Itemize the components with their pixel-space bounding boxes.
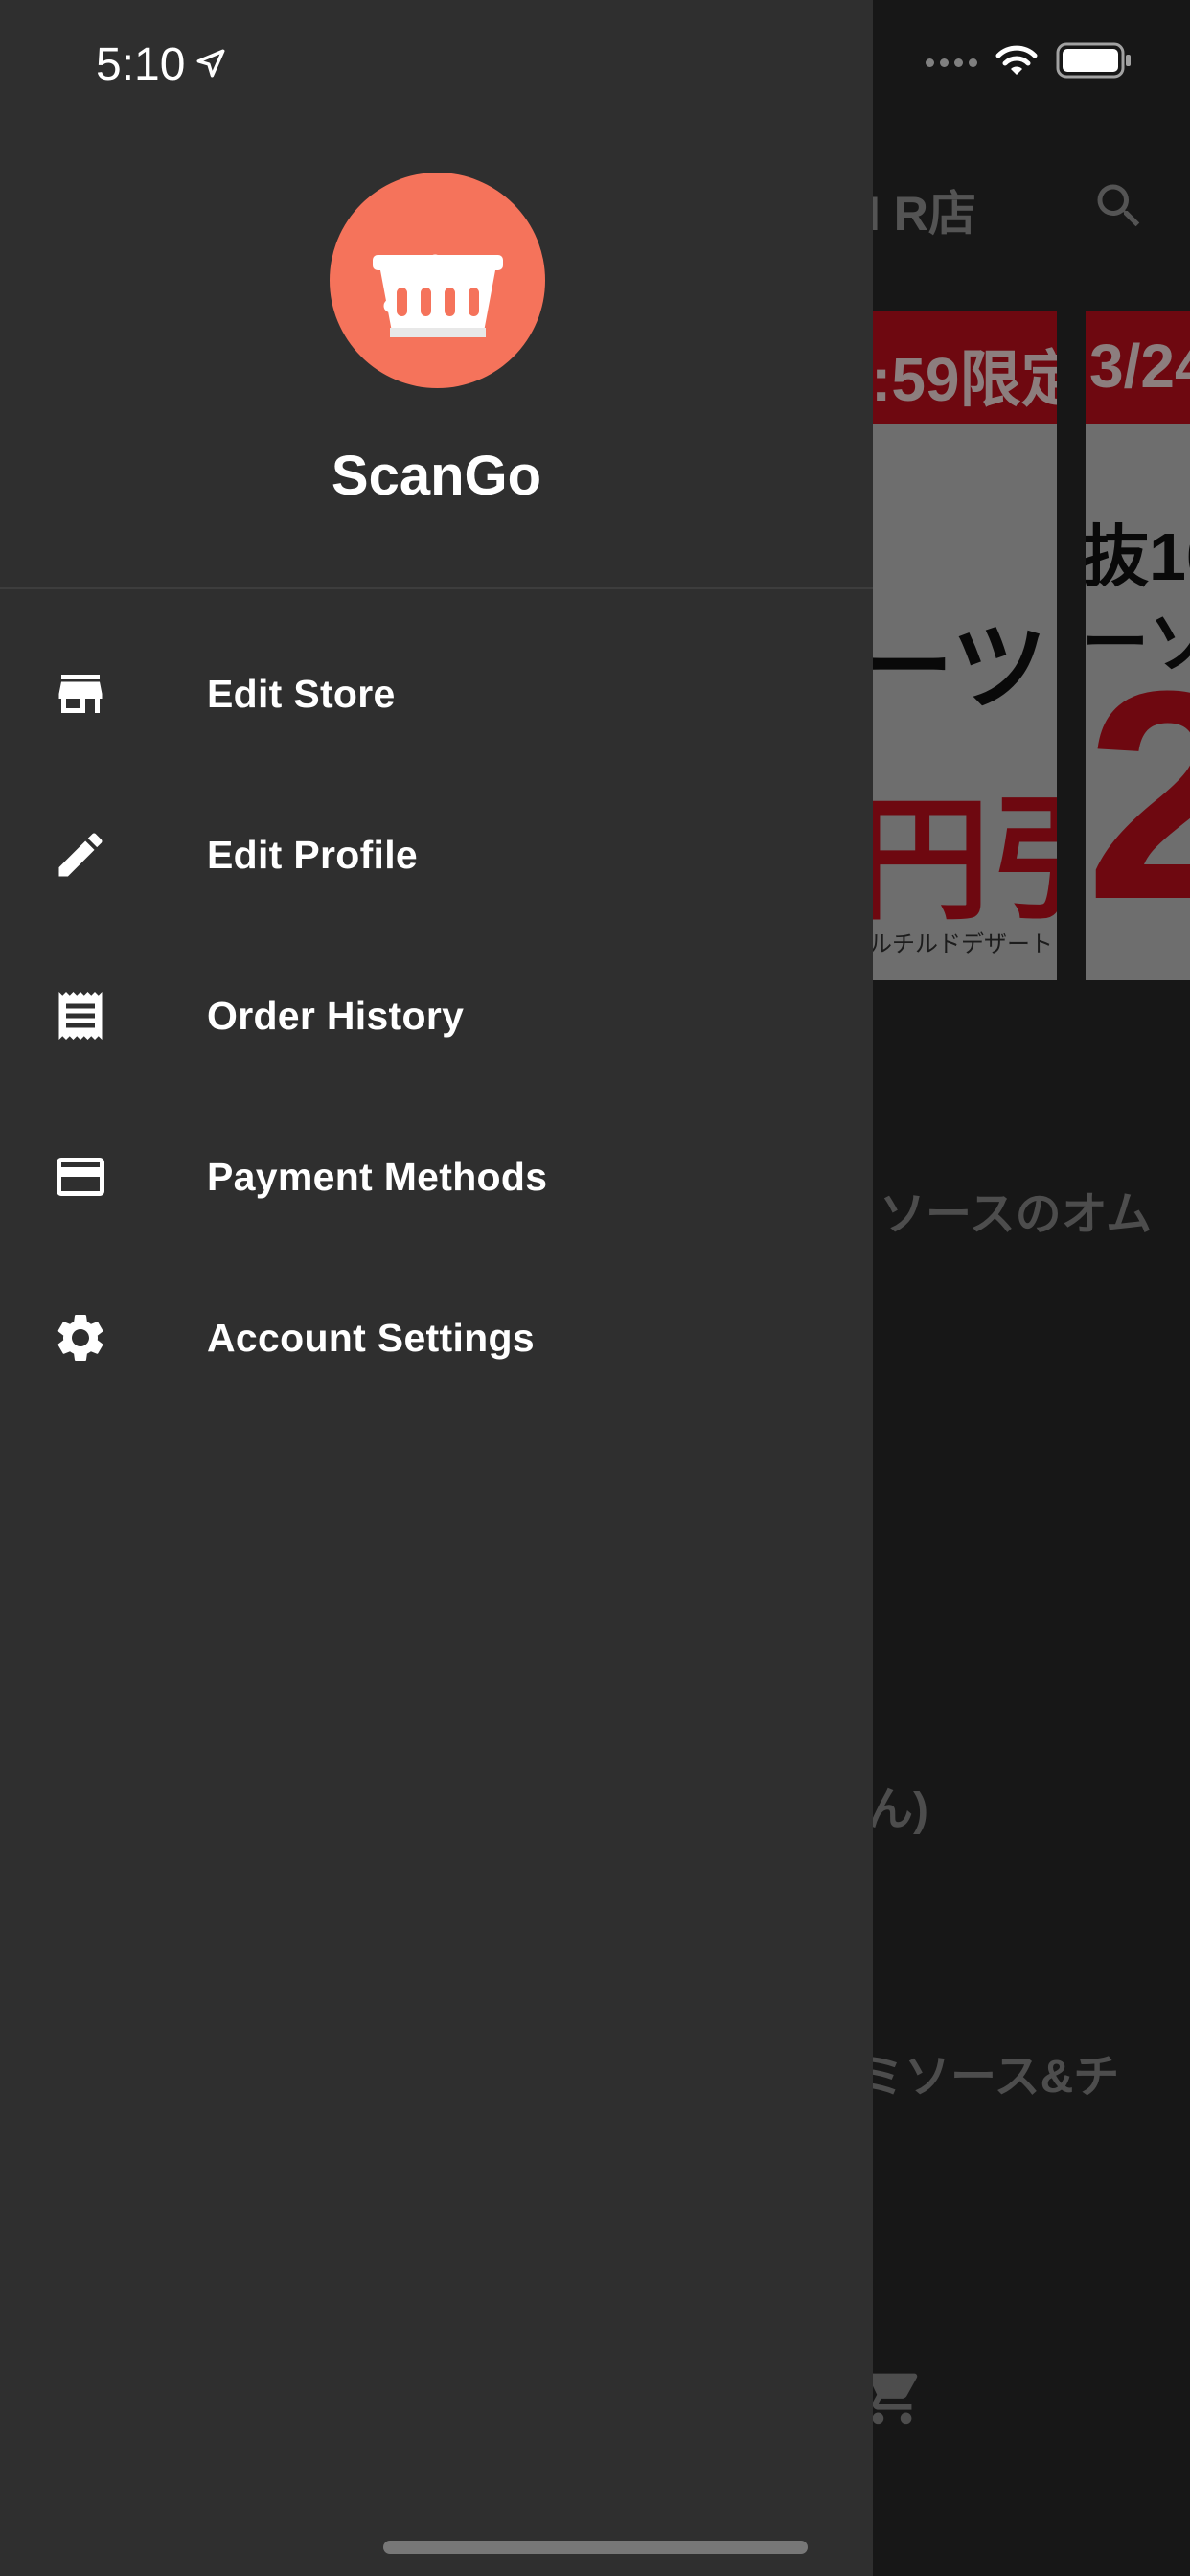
banner-main-text: ーツ [867,614,1047,722]
credit-card-icon [50,1146,111,1208]
shopping-basket-icon [372,253,503,337]
pencil-icon [50,824,111,886]
banner-fine-print: ルチルドデザート [869,932,1053,957]
promo-banner[interactable]: 3/24 抜10 ーソ 2 [1086,311,1190,980]
menu-item-label: Edit Store [207,671,396,716]
navigation-drawer: ScanGo Edit Store Edit Profile Order His… [0,0,873,2576]
menu-item-label: Account Settings [207,1315,535,1360]
receipt-icon [50,985,111,1046]
list-item[interactable]: ミソース&チ [858,2038,1119,2105]
banner-big-text: 2 [1086,629,1190,961]
banner-main-text: 抜10 [1086,519,1190,594]
menu-item-label: Order History [207,993,465,1038]
menu-item-order-history[interactable]: Order History [0,935,873,1096]
app-name: ScanGo [331,445,542,507]
list-item[interactable]: ソースのオム [880,1176,1152,1243]
menu-item-label: Edit Profile [207,832,419,877]
drawer-divider [0,587,873,589]
wifi-icon [995,43,1039,82]
banner-top-text: :59限定 [871,345,1057,414]
search-icon[interactable] [1090,177,1148,235]
home-indicator[interactable] [383,2541,808,2554]
drawer-menu: Edit Store Edit Profile Order History Pa… [0,613,873,1418]
menu-item-edit-store[interactable]: Edit Store [0,613,873,774]
app-logo [330,172,545,388]
location-arrow-icon [195,38,227,91]
store-icon [50,663,111,724]
menu-item-payment-methods[interactable]: Payment Methods [0,1096,873,1257]
store-title: I R店 [867,187,976,241]
battery-icon [1056,42,1133,83]
banner-price-text: 円引 [867,785,1057,935]
menu-item-label: Payment Methods [207,1154,548,1199]
menu-item-edit-profile[interactable]: Edit Profile [0,774,873,935]
gear-icon [50,1307,111,1368]
list-item[interactable]: ん) [867,1771,928,1838]
banner-top-text: 3/24 [1089,332,1190,401]
status-time: 5:10 [96,38,227,91]
clock-text: 5:10 [96,39,186,90]
menu-item-account-settings[interactable]: Account Settings [0,1257,873,1418]
status-icons [926,42,1133,83]
promo-banner[interactable]: :59限定 ーツ 円引 ルチルドデザート [867,311,1057,980]
cellular-dots-icon [926,58,977,67]
